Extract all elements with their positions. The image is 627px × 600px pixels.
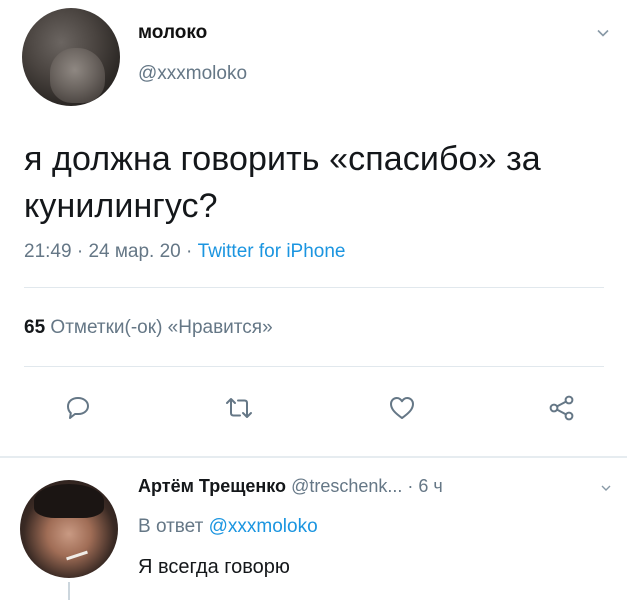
in-reply-label: В ответ xyxy=(138,516,204,537)
like-button[interactable] xyxy=(386,392,418,424)
like-icon xyxy=(390,397,414,419)
thread-line xyxy=(68,582,70,600)
in-reply-mention[interactable]: @xxxmoloko xyxy=(209,516,318,537)
tweet-date[interactable]: 24 мар. 20 xyxy=(88,241,180,262)
divider xyxy=(24,287,604,288)
main-tweet: молоко @xxxmoloko я должна говорить «спа… xyxy=(0,0,627,460)
share-button[interactable] xyxy=(546,392,578,424)
share-icon xyxy=(549,395,574,421)
chevron-down-icon[interactable] xyxy=(600,482,612,494)
retweet-button[interactable] xyxy=(223,392,255,424)
author-handle[interactable]: @xxxmoloko xyxy=(138,63,247,85)
likes-link[interactable]: 65 Отметки(-ок) «Нравится» xyxy=(24,317,273,339)
avatar[interactable] xyxy=(22,8,120,106)
tweet-source-link[interactable]: Twitter for iPhone xyxy=(198,241,346,262)
reply-tweet[interactable]: Артём Трещенко @treschenk... · 6 ч В отв… xyxy=(0,458,627,600)
reply-header: Артём Трещенко @treschenk... · 6 ч xyxy=(138,476,443,497)
meta-separator: · xyxy=(71,241,89,262)
in-reply-to: В ответ @xxxmoloko xyxy=(138,516,318,538)
tweet-text: я должна говорить «спасибо» за кунилингу… xyxy=(24,140,541,225)
tweet-time[interactable]: 21:49 xyxy=(24,241,72,262)
likes-count: 65 xyxy=(24,317,46,338)
author-display-name[interactable]: молоко xyxy=(138,22,207,44)
reply-author-handle[interactable]: @treschenk... xyxy=(291,476,402,496)
reply-author-name[interactable]: Артём Трещенко xyxy=(138,476,286,496)
reply-timestamp[interactable]: · 6 ч xyxy=(407,476,442,496)
reply-text: Я всегда говорю xyxy=(138,556,290,578)
divider xyxy=(24,366,604,367)
reply-icon xyxy=(67,397,89,419)
chevron-down-icon[interactable] xyxy=(596,26,610,40)
retweet-icon xyxy=(226,398,252,418)
likes-label: Отметки(-ок) «Нравится» xyxy=(50,317,273,338)
tweet-metadata: 21:49 · 24 мар. 20 · Twitter for iPhone xyxy=(24,241,345,263)
reply-button[interactable] xyxy=(62,392,94,424)
reply-avatar[interactable] xyxy=(20,480,118,578)
meta-separator: · xyxy=(180,241,198,262)
